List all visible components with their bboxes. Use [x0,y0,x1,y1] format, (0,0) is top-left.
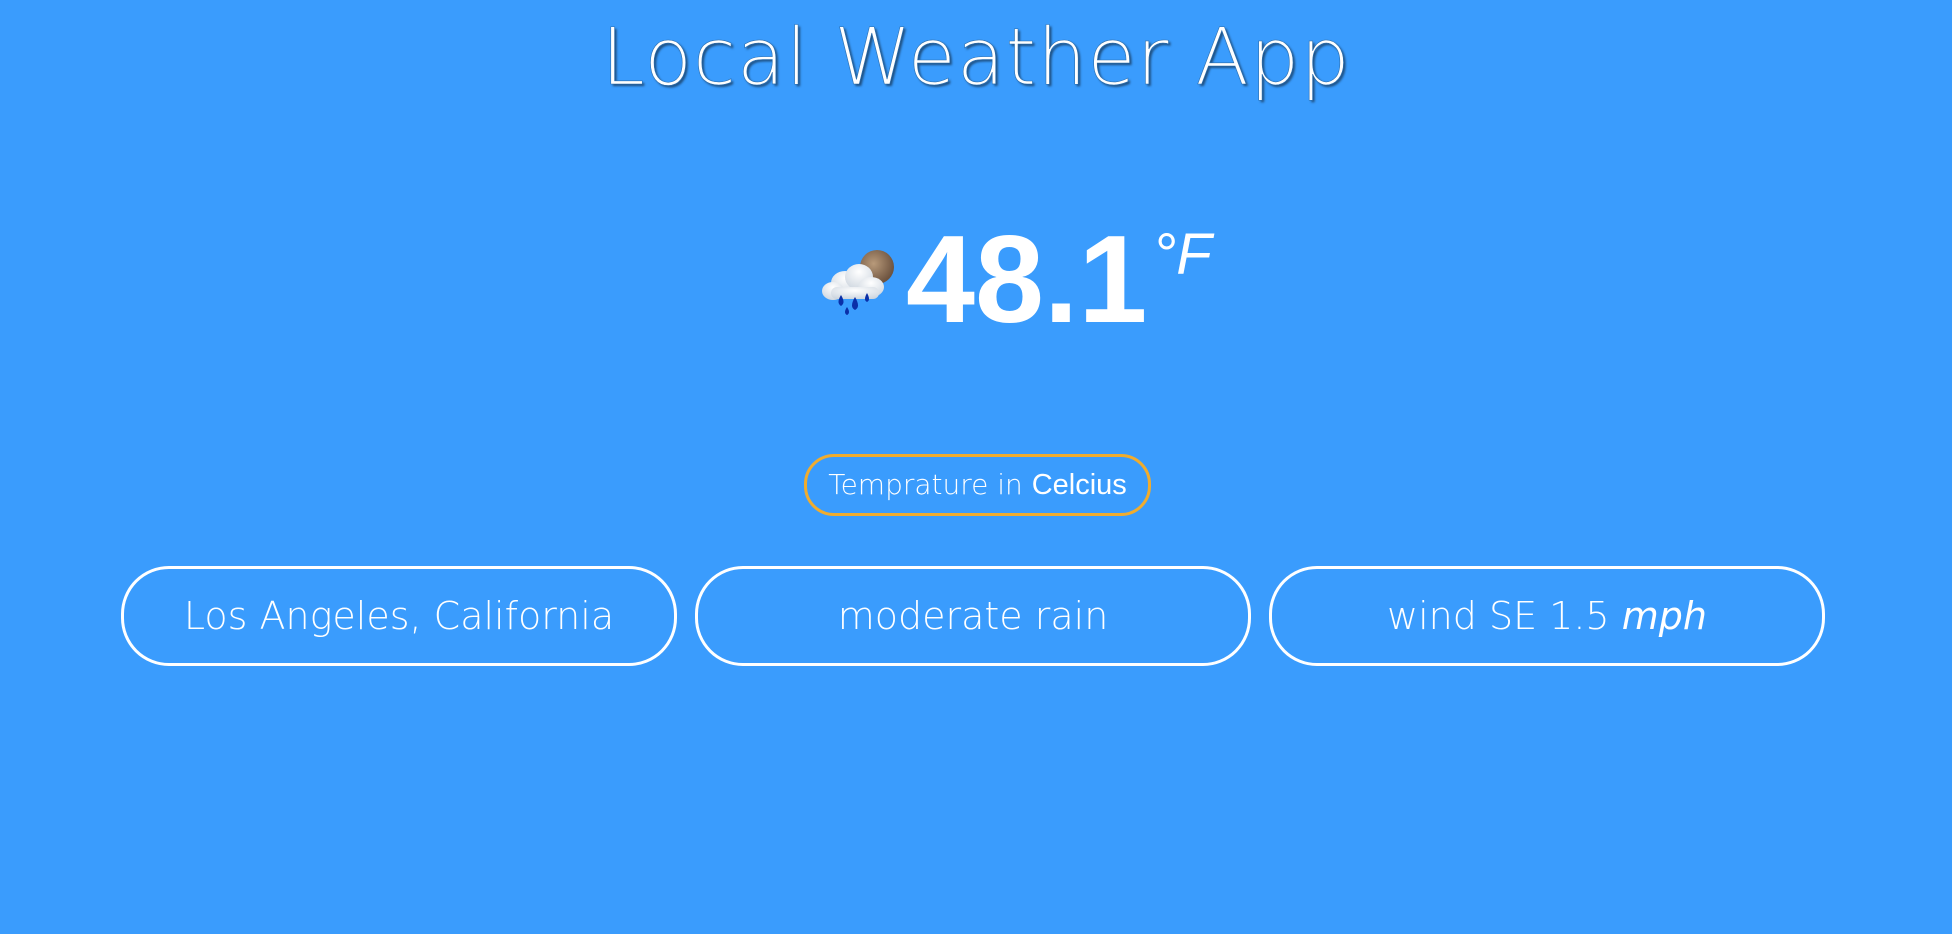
rain-cloud-icon [817,243,897,323]
temperature-unit-toggle-button[interactable]: Temprature in Celcius [804,454,1151,516]
page-title: Local Weather App [601,13,1351,104]
temperature-display: 48.1 °F [0,215,1952,345]
toggle-unit-label: Celcius [1031,469,1127,501]
temperature-unit: °F [1153,222,1212,287]
location-pill: Los Angeles, California [121,566,677,666]
location-label: Los Angeles, California [183,594,615,638]
wind-unit-label: mph [1621,594,1707,638]
condition-pill: moderate rain [695,566,1251,666]
wind-label: wind SE 1.5 [1387,594,1622,638]
wind-pill: wind SE 1.5 mph [1269,566,1825,666]
toggle-prefix-label: Temprature in [828,468,1032,501]
temperature-value: 48.1 [906,211,1148,349]
condition-label: moderate rain [837,594,1109,638]
